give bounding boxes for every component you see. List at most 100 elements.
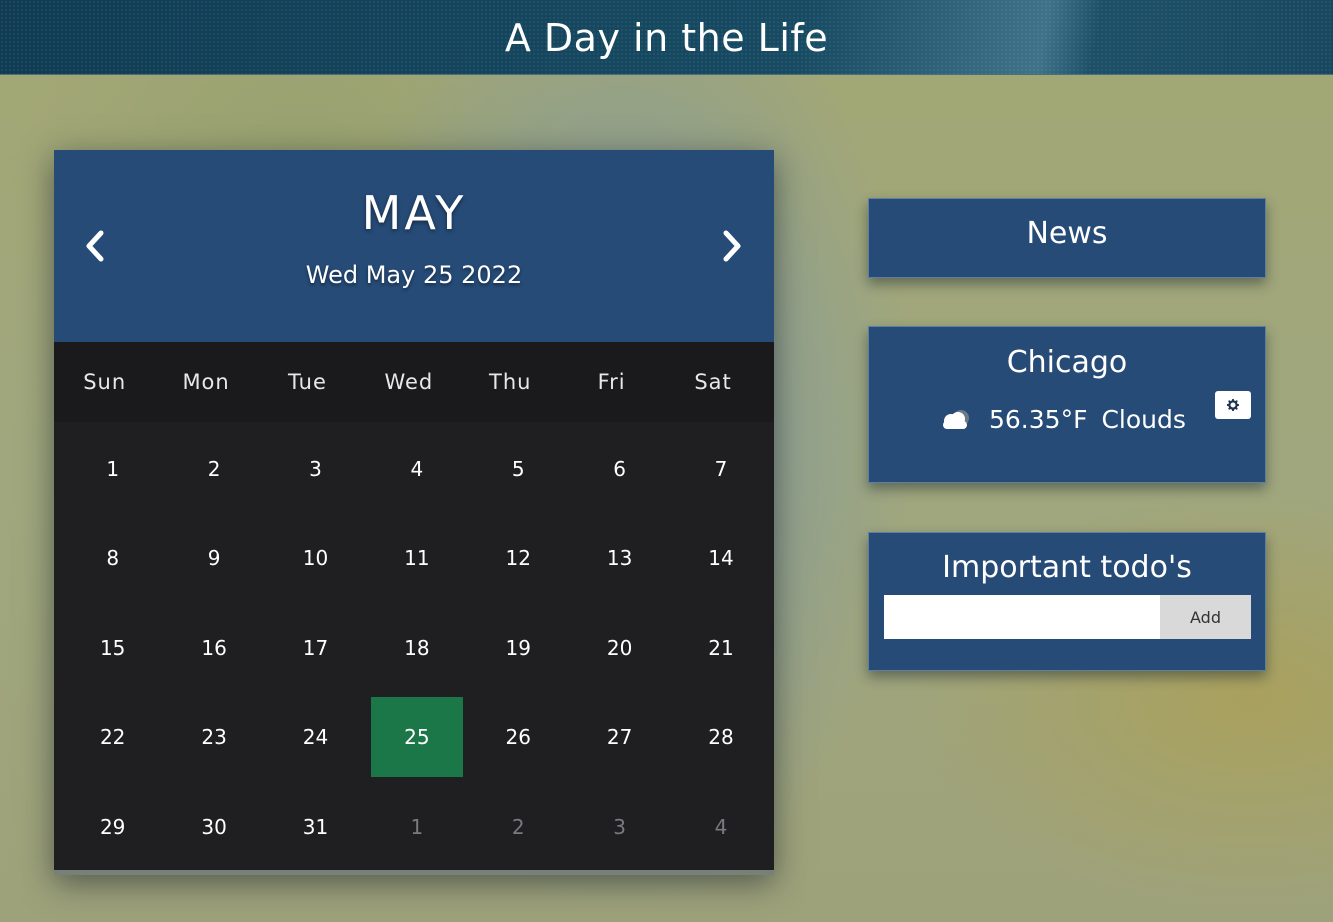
weather-city: Chicago [1006, 345, 1128, 380]
calendar-day-number: 18 [404, 635, 430, 660]
calendar-day[interactable]: 23 [163, 693, 264, 783]
calendar-day-other-month[interactable]: 1 [366, 782, 467, 872]
calendar-day-number: 1 [106, 456, 120, 481]
todo-card: Important todo's Add [868, 532, 1266, 671]
calendar-day[interactable]: 29 [62, 782, 163, 872]
next-month-button[interactable] [712, 226, 752, 266]
weekday-header: Sun Mon Tue Wed Thu Fri Sat [54, 342, 774, 422]
calendar-week: 15 16 17 18 19 20 21 [62, 603, 772, 693]
calendar-header: MAY Wed May 25 2022 [54, 150, 774, 342]
calendar-day-number: 8 [106, 546, 120, 571]
page-title: A Day in the Life [504, 16, 829, 60]
gear-icon [1227, 399, 1239, 411]
calendar-day[interactable]: 8 [62, 514, 163, 604]
calendar-week: 1 2 3 4 5 6 7 [62, 424, 772, 514]
calendar-grid: 1 2 3 4 5 6 7 8 9 10 11 12 13 14 15 16 17 18 19 20 21 22 23 24 2… [62, 424, 772, 872]
calendar-day-number: 2 [207, 456, 221, 481]
calendar-day[interactable]: 22 [62, 693, 163, 783]
calendar-day[interactable]: 30 [163, 782, 264, 872]
calendar-day[interactable]: 20 [569, 603, 670, 693]
calendar-day-number: 4 [714, 814, 728, 839]
calendar-day-number: 14 [708, 546, 734, 571]
calendar-day-number: 29 [99, 814, 126, 839]
calendar-day-number: 25 [370, 697, 463, 778]
weekday-label: Sat [694, 370, 732, 394]
weather-summary: 56.35°F Clouds [939, 405, 1186, 434]
calendar-day[interactable]: 4 [366, 424, 467, 514]
calendar-day[interactable]: 24 [265, 693, 366, 783]
calendar-day-number: 3 [613, 814, 626, 839]
weather-condition: Clouds [1101, 405, 1186, 434]
calendar-day[interactable]: 10 [265, 514, 366, 604]
calendar-day[interactable]: 6 [569, 424, 670, 514]
calendar-day-number: 13 [606, 546, 633, 571]
weekday-label: Fri [597, 370, 626, 394]
calendar-day[interactable]: 31 [265, 782, 366, 872]
calendar-day-other-month[interactable]: 2 [468, 782, 569, 872]
app-header: A Day in the Life [0, 0, 1333, 75]
calendar-day-number: 30 [201, 814, 227, 839]
calendar-day-number: 12 [505, 546, 531, 571]
calendar-day-number: 3 [309, 456, 322, 481]
calendar-day-number: 28 [708, 725, 734, 750]
calendar-day-number: 15 [99, 635, 126, 660]
calendar: MAY Wed May 25 2022 Sun Mon Tue Wed Thu … [54, 150, 774, 875]
calendar-day-number: 31 [302, 814, 329, 839]
calendar-day[interactable]: 26 [468, 693, 569, 783]
calendar-day[interactable]: 28 [670, 693, 771, 783]
calendar-day[interactable]: 14 [670, 514, 771, 604]
calendar-day[interactable]: 13 [569, 514, 670, 604]
calendar-week: 8 9 10 11 12 13 14 [62, 514, 772, 604]
calendar-day[interactable]: 9 [163, 514, 264, 604]
weekday-label: Wed [384, 370, 434, 394]
calendar-day-other-month[interactable]: 4 [670, 782, 771, 872]
news-card[interactable]: News [868, 198, 1266, 278]
calendar-day[interactable]: 11 [366, 514, 467, 604]
calendar-day-number: 24 [302, 725, 329, 750]
calendar-day[interactable]: 18 [366, 603, 467, 693]
calendar-day[interactable]: 16 [163, 603, 264, 693]
news-title: News [1026, 216, 1108, 251]
calendar-day-number: 19 [505, 635, 531, 660]
calendar-day-number: 27 [606, 725, 633, 750]
calendar-week: 29 30 31 1 2 3 4 [62, 782, 772, 872]
weather-card: Chicago 56.35°F Clouds [868, 326, 1266, 483]
calendar-day[interactable]: 2 [163, 424, 264, 514]
calendar-day-number: 22 [99, 725, 126, 750]
add-todo-button[interactable]: Add [1160, 595, 1251, 639]
current-date: Wed May 25 2022 [305, 261, 523, 289]
calendar-day[interactable]: 12 [468, 514, 569, 604]
calendar-day-other-month[interactable]: 3 [569, 782, 670, 872]
calendar-day[interactable]: 5 [468, 424, 569, 514]
weekday-label: Sun [83, 370, 127, 394]
calendar-day-number: 2 [511, 814, 525, 839]
weather-temperature: 56.35°F [989, 405, 1088, 434]
todo-title: Important todo's [942, 550, 1192, 585]
calendar-day-number: 1 [410, 814, 424, 839]
calendar-day-number: 20 [606, 635, 633, 660]
calendar-day-number: 10 [302, 546, 329, 571]
calendar-day-number: 21 [708, 635, 734, 660]
calendar-day-number: 26 [505, 725, 531, 750]
calendar-day-number: 16 [201, 635, 227, 660]
weather-settings-button[interactable] [1215, 391, 1251, 419]
calendar-day-number: 4 [410, 456, 424, 481]
todo-input[interactable] [884, 595, 1160, 639]
weekday-label: Mon [182, 370, 230, 394]
calendar-day[interactable]: 15 [62, 603, 163, 693]
calendar-day[interactable]: 3 [265, 424, 366, 514]
calendar-day-today[interactable]: 25 [366, 693, 467, 783]
calendar-day[interactable]: 1 [62, 424, 163, 514]
calendar-day-number: 23 [201, 725, 227, 750]
calendar-day-number: 7 [714, 456, 728, 481]
calendar-day[interactable]: 19 [468, 603, 569, 693]
calendar-day[interactable]: 21 [670, 603, 771, 693]
weekday-label: Tue [288, 370, 327, 394]
calendar-day[interactable]: 17 [265, 603, 366, 693]
calendar-day-number: 11 [404, 546, 430, 571]
cloud-icon [943, 409, 969, 429]
chevron-right-icon [723, 230, 741, 262]
calendar-day[interactable]: 27 [569, 693, 670, 783]
calendar-day-number: 5 [511, 456, 525, 481]
calendar-day[interactable]: 7 [670, 424, 771, 514]
